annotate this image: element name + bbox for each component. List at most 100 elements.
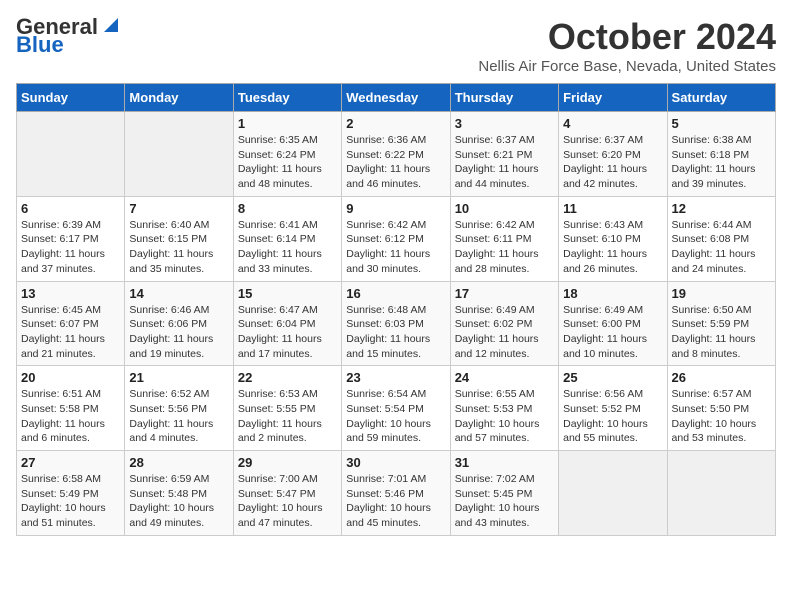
- day-cell: 9 Sunrise: 6:42 AM Sunset: 6:12 PM Daylig…: [342, 196, 450, 281]
- calendar-table: SundayMondayTuesdayWednesdayThursdayFrid…: [16, 83, 776, 536]
- day-number: 20: [21, 370, 120, 385]
- day-cell: 31Sunrise: 7:02 AM Sunset: 5:45 PM Dayli…: [450, 451, 558, 536]
- day-detail: Sunrise: 6:39 AM Sunset: 6:17 PM Dayligh…: [21, 218, 120, 277]
- day-number: 2: [346, 116, 445, 131]
- day-cell: 5 Sunrise: 6:38 AM Sunset: 6:18 PM Daylig…: [667, 112, 775, 197]
- day-number: 23: [346, 370, 445, 385]
- title-block: October 2024 Nellis Air Force Base, Neva…: [478, 16, 776, 75]
- day-number: 17: [455, 286, 554, 301]
- day-cell: 17 Sunrise: 6:49 AM Sunset: 6:02 PM Dayli…: [450, 281, 558, 366]
- week-row-2: 6 Sunrise: 6:39 AM Sunset: 6:17 PM Daylig…: [17, 196, 776, 281]
- day-number: 28: [129, 455, 228, 470]
- day-number: 24: [455, 370, 554, 385]
- day-number: 12: [672, 201, 771, 216]
- day-detail: Sunrise: 6:36 AM Sunset: 6:22 PM Dayligh…: [346, 133, 445, 192]
- day-cell: [17, 112, 125, 197]
- day-detail: Sunrise: 6:37 AM Sunset: 6:20 PM Dayligh…: [563, 133, 662, 192]
- weekday-header-tuesday: Tuesday: [233, 84, 341, 112]
- day-detail: Sunrise: 6:38 AM Sunset: 6:18 PM Dayligh…: [672, 133, 771, 192]
- day-number: 14: [129, 286, 228, 301]
- week-row-3: 13 Sunrise: 6:45 AM Sunset: 6:07 PM Dayli…: [17, 281, 776, 366]
- day-detail: Sunrise: 7:00 AM Sunset: 5:47 PM Dayligh…: [238, 472, 337, 531]
- day-detail: Sunrise: 6:40 AM Sunset: 6:15 PM Dayligh…: [129, 218, 228, 277]
- day-number: 19: [672, 286, 771, 301]
- day-detail: Sunrise: 6:50 AM Sunset: 5:59 PM Dayligh…: [672, 303, 771, 362]
- day-cell: 21 Sunrise: 6:52 AM Sunset: 5:56 PM Dayli…: [125, 366, 233, 451]
- day-number: 13: [21, 286, 120, 301]
- day-number: 10: [455, 201, 554, 216]
- day-detail: Sunrise: 6:37 AM Sunset: 6:21 PM Dayligh…: [455, 133, 554, 192]
- day-number: 16: [346, 286, 445, 301]
- day-detail: Sunrise: 6:43 AM Sunset: 6:10 PM Dayligh…: [563, 218, 662, 277]
- week-row-4: 20 Sunrise: 6:51 AM Sunset: 5:58 PM Dayli…: [17, 366, 776, 451]
- day-detail: Sunrise: 6:51 AM Sunset: 5:58 PM Dayligh…: [21, 387, 120, 446]
- day-cell: 2 Sunrise: 6:36 AM Sunset: 6:22 PM Daylig…: [342, 112, 450, 197]
- day-number: 9: [346, 201, 445, 216]
- day-cell: 16Sunrise: 6:48 AM Sunset: 6:03 PM Dayli…: [342, 281, 450, 366]
- day-cell: 19 Sunrise: 6:50 AM Sunset: 5:59 PM Dayli…: [667, 281, 775, 366]
- day-number: 15: [238, 286, 337, 301]
- day-detail: Sunrise: 6:57 AM Sunset: 5:50 PM Dayligh…: [672, 387, 771, 446]
- weekday-header-friday: Friday: [559, 84, 667, 112]
- day-detail: Sunrise: 6:35 AM Sunset: 6:24 PM Dayligh…: [238, 133, 337, 192]
- day-number: 3: [455, 116, 554, 131]
- day-detail: Sunrise: 6:42 AM Sunset: 6:12 PM Dayligh…: [346, 218, 445, 277]
- day-number: 27: [21, 455, 120, 470]
- day-cell: 7Sunrise: 6:40 AM Sunset: 6:15 PM Daylig…: [125, 196, 233, 281]
- day-number: 30: [346, 455, 445, 470]
- weekday-header-thursday: Thursday: [450, 84, 558, 112]
- day-cell: 28 Sunrise: 6:59 AM Sunset: 5:48 PM Dayli…: [125, 451, 233, 536]
- day-cell: [559, 451, 667, 536]
- day-number: 21: [129, 370, 228, 385]
- day-detail: Sunrise: 6:52 AM Sunset: 5:56 PM Dayligh…: [129, 387, 228, 446]
- day-number: 18: [563, 286, 662, 301]
- day-detail: Sunrise: 6:53 AM Sunset: 5:55 PM Dayligh…: [238, 387, 337, 446]
- day-cell: 23 Sunrise: 6:54 AM Sunset: 5:54 PM Dayli…: [342, 366, 450, 451]
- day-cell: 11 Sunrise: 6:43 AM Sunset: 6:10 PM Dayli…: [559, 196, 667, 281]
- day-cell: 4 Sunrise: 6:37 AM Sunset: 6:20 PM Daylig…: [559, 112, 667, 197]
- weekday-header-saturday: Saturday: [667, 84, 775, 112]
- day-number: 5: [672, 116, 771, 131]
- day-number: 11: [563, 201, 662, 216]
- day-detail: Sunrise: 6:59 AM Sunset: 5:48 PM Dayligh…: [129, 472, 228, 531]
- weekday-header-monday: Monday: [125, 84, 233, 112]
- day-cell: 27 Sunrise: 6:58 AM Sunset: 5:49 PM Dayli…: [17, 451, 125, 536]
- day-detail: Sunrise: 7:01 AM Sunset: 5:46 PM Dayligh…: [346, 472, 445, 531]
- day-cell: 8 Sunrise: 6:41 AM Sunset: 6:14 PM Daylig…: [233, 196, 341, 281]
- day-detail: Sunrise: 6:46 AM Sunset: 6:06 PM Dayligh…: [129, 303, 228, 362]
- calendar-subtitle: Nellis Air Force Base, Nevada, United St…: [478, 58, 776, 75]
- day-cell: 3 Sunrise: 6:37 AM Sunset: 6:21 PM Daylig…: [450, 112, 558, 197]
- day-cell: 20 Sunrise: 6:51 AM Sunset: 5:58 PM Dayli…: [17, 366, 125, 451]
- logo-blue: Blue: [16, 34, 64, 56]
- day-detail: Sunrise: 6:47 AM Sunset: 6:04 PM Dayligh…: [238, 303, 337, 362]
- day-detail: Sunrise: 6:45 AM Sunset: 6:07 PM Dayligh…: [21, 303, 120, 362]
- day-detail: Sunrise: 6:58 AM Sunset: 5:49 PM Dayligh…: [21, 472, 120, 531]
- day-number: 6: [21, 201, 120, 216]
- day-number: 29: [238, 455, 337, 470]
- day-cell: 1 Sunrise: 6:35 AM Sunset: 6:24 PM Daylig…: [233, 112, 341, 197]
- day-cell: 26Sunrise: 6:57 AM Sunset: 5:50 PM Dayli…: [667, 366, 775, 451]
- calendar-title: October 2024: [478, 16, 776, 58]
- day-cell: 15 Sunrise: 6:47 AM Sunset: 6:04 PM Dayli…: [233, 281, 341, 366]
- day-cell: 25Sunrise: 6:56 AM Sunset: 5:52 PM Dayli…: [559, 366, 667, 451]
- weekday-header-row: SundayMondayTuesdayWednesdayThursdayFrid…: [17, 84, 776, 112]
- day-cell: 18Sunrise: 6:49 AM Sunset: 6:00 PM Dayli…: [559, 281, 667, 366]
- day-detail: Sunrise: 6:41 AM Sunset: 6:14 PM Dayligh…: [238, 218, 337, 277]
- day-number: 4: [563, 116, 662, 131]
- day-detail: Sunrise: 6:55 AM Sunset: 5:53 PM Dayligh…: [455, 387, 554, 446]
- day-number: 22: [238, 370, 337, 385]
- weekday-header-wednesday: Wednesday: [342, 84, 450, 112]
- day-number: 1: [238, 116, 337, 131]
- day-detail: Sunrise: 6:49 AM Sunset: 6:02 PM Dayligh…: [455, 303, 554, 362]
- day-cell: [125, 112, 233, 197]
- day-detail: Sunrise: 6:54 AM Sunset: 5:54 PM Dayligh…: [346, 387, 445, 446]
- day-number: 8: [238, 201, 337, 216]
- page-header: General Blue October 2024 Nellis Air For…: [16, 16, 776, 75]
- weekday-header-sunday: Sunday: [17, 84, 125, 112]
- day-cell: 12Sunrise: 6:44 AM Sunset: 6:08 PM Dayli…: [667, 196, 775, 281]
- day-cell: [667, 451, 775, 536]
- day-cell: 30 Sunrise: 7:01 AM Sunset: 5:46 PM Dayli…: [342, 451, 450, 536]
- day-cell: 14 Sunrise: 6:46 AM Sunset: 6:06 PM Dayli…: [125, 281, 233, 366]
- day-cell: 22 Sunrise: 6:53 AM Sunset: 5:55 PM Dayli…: [233, 366, 341, 451]
- day-number: 31: [455, 455, 554, 470]
